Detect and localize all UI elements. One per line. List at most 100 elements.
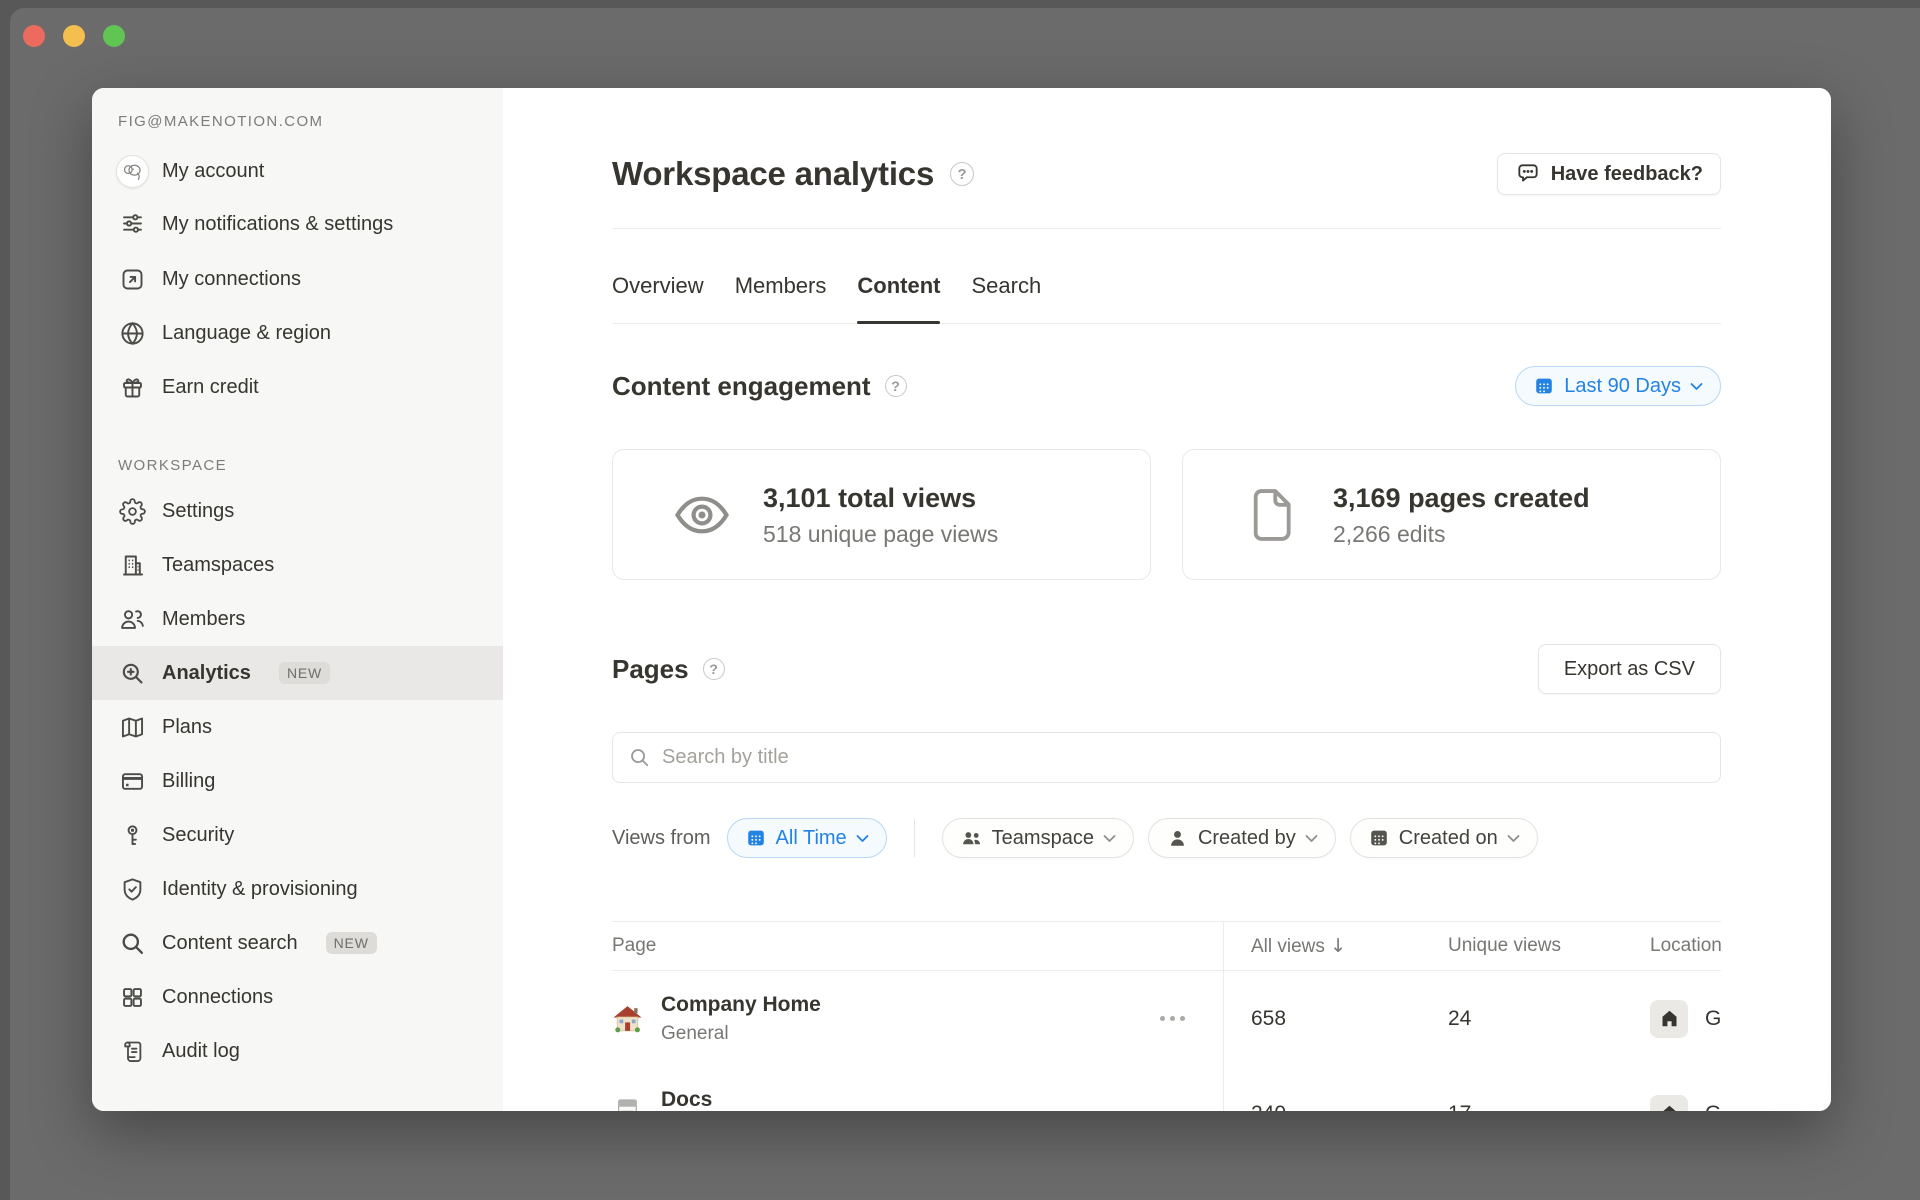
- chevron-down-icon: [1507, 834, 1520, 843]
- location-home-button[interactable]: [1650, 1000, 1688, 1038]
- analytics-tabs: Overview Members Content Search: [612, 229, 1721, 324]
- minimize-window-button[interactable]: [63, 25, 85, 47]
- workspace-section-label: WORKSPACE: [92, 456, 503, 476]
- eye-icon: [671, 494, 733, 536]
- all-views-cell: 658: [1223, 1007, 1448, 1031]
- content-engagement-heading: Content engagement: [612, 368, 871, 404]
- sidebar-item-security[interactable]: Security: [92, 808, 503, 862]
- search-icon: [118, 929, 146, 957]
- sidebar-item-content-search[interactable]: Content search NEW: [92, 916, 503, 970]
- chevron-down-icon: [1103, 834, 1116, 843]
- sidebar-item-connections[interactable]: Connections: [92, 970, 503, 1024]
- views-from-label: Views from: [612, 827, 711, 850]
- engagement-stat-cards: 3,101 total views 518 unique page views …: [612, 449, 1721, 580]
- tab-content[interactable]: Content: [857, 271, 940, 323]
- new-badge: NEW: [279, 662, 330, 684]
- key-icon: [118, 821, 146, 849]
- scroll-icon: [118, 1037, 146, 1065]
- table-column-divider: [1223, 921, 1224, 1111]
- sidebar-item-language-region[interactable]: Language & region: [92, 306, 503, 360]
- calendar-icon: [1533, 375, 1555, 397]
- pages-heading: Pages: [612, 651, 689, 687]
- column-header-page[interactable]: Page: [612, 935, 1223, 957]
- zoom-window-button[interactable]: [103, 25, 125, 47]
- tab-members[interactable]: Members: [735, 271, 827, 323]
- filter-divider: [914, 819, 915, 857]
- gift-icon: [118, 373, 146, 401]
- settings-window: FIG@MAKENOTION.COM My account: [92, 88, 1831, 1111]
- avatar: [118, 157, 146, 185]
- sidebar-item-my-account[interactable]: My account: [92, 144, 503, 198]
- sidebar-item-notifications-settings[interactable]: My notifications & settings: [92, 198, 503, 252]
- page-icon: [1241, 488, 1303, 542]
- house-emoji: [612, 1003, 643, 1034]
- export-csv-button[interactable]: Export as CSV: [1538, 644, 1721, 694]
- new-badge: NEW: [326, 932, 377, 954]
- help-icon[interactable]: ?: [885, 375, 907, 397]
- settings-sidebar: FIG@MAKENOTION.COM My account: [92, 88, 503, 1111]
- created-on-filter[interactable]: Created on: [1350, 818, 1538, 858]
- account-email-label: FIG@MAKENOTION.COM: [92, 112, 503, 132]
- tab-search[interactable]: Search: [971, 271, 1041, 323]
- sidebar-item-billing[interactable]: Billing: [92, 754, 503, 808]
- pages-filters: Views from All Time: [612, 818, 1721, 858]
- column-header-unique-views[interactable]: Unique views: [1448, 935, 1650, 957]
- help-icon[interactable]: ?: [703, 658, 725, 680]
- sidebar-item-earn-credit[interactable]: Earn credit: [92, 360, 503, 414]
- sidebar-item-members[interactable]: Members: [92, 592, 503, 646]
- shield-check-icon: [118, 875, 146, 903]
- location-cell: General: [1705, 1007, 1721, 1031]
- pages-table: Page All views ↓ Unique views Location: [612, 921, 1721, 1111]
- zoom-in-icon: [118, 659, 146, 687]
- sidebar-item-plans[interactable]: Plans: [92, 700, 503, 754]
- have-feedback-button[interactable]: Have feedback?: [1497, 153, 1721, 195]
- help-icon[interactable]: ?: [950, 162, 974, 186]
- close-window-button[interactable]: [23, 25, 45, 47]
- document-emoji: [612, 1098, 643, 1111]
- unique-views-cell: 17: [1448, 1102, 1650, 1112]
- page-title-cell: Company Home: [661, 992, 821, 1018]
- person-icon: [1166, 827, 1189, 850]
- table-row[interactable]: Company Home General 658 24 General: [612, 971, 1721, 1066]
- table-header-row: Page All views ↓ Unique views Location: [612, 921, 1721, 971]
- sidebar-item-my-connections[interactable]: My connections: [92, 252, 503, 306]
- credit-card-icon: [118, 767, 146, 795]
- building-icon: [118, 551, 146, 579]
- column-header-location[interactable]: Location: [1650, 935, 1721, 957]
- date-range-dropdown[interactable]: Last 90 Days: [1515, 366, 1721, 406]
- column-header-all-views[interactable]: All views ↓: [1223, 935, 1448, 958]
- unique-views-value: 518 unique page views: [763, 520, 998, 548]
- table-row[interactable]: Docs General 240 17 General: [612, 1066, 1721, 1111]
- pages-created-value: 3,169 pages created: [1333, 481, 1590, 515]
- sidebar-item-audit-log[interactable]: Audit log: [92, 1024, 503, 1078]
- window-controls: [23, 25, 125, 47]
- location-home-button[interactable]: [1650, 1095, 1688, 1112]
- calendar-icon: [745, 827, 767, 849]
- people-icon: [960, 827, 983, 850]
- teamspace-filter[interactable]: Teamspace: [942, 818, 1134, 858]
- sidebar-item-analytics[interactable]: Analytics NEW: [92, 646, 503, 700]
- sliders-icon: [118, 209, 146, 237]
- location-cell: General: [1705, 1102, 1721, 1112]
- chevron-down-icon: [1305, 834, 1318, 843]
- sidebar-item-settings[interactable]: Settings: [92, 484, 503, 538]
- grid-icon: [118, 983, 146, 1011]
- sidebar-item-identity-provisioning[interactable]: Identity & provisioning: [92, 862, 503, 916]
- chevron-down-icon: [856, 834, 869, 843]
- total-views-card: 3,101 total views 518 unique page views: [612, 449, 1151, 580]
- tab-overview[interactable]: Overview: [612, 271, 704, 323]
- search-icon: [628, 746, 651, 769]
- views-from-dropdown[interactable]: All Time: [727, 818, 887, 858]
- all-views-cell: 240: [1223, 1102, 1448, 1112]
- created-by-filter[interactable]: Created by: [1148, 818, 1336, 858]
- pages-created-card: 3,169 pages created 2,266 edits: [1182, 449, 1721, 580]
- analytics-main-panel: Workspace analytics ? Have feedback? Ove…: [503, 88, 1831, 1111]
- map-icon: [118, 713, 146, 741]
- row-actions-menu-icon[interactable]: [1160, 1016, 1185, 1021]
- search-by-title-input[interactable]: [662, 746, 1705, 769]
- page-teamspace-cell: General: [661, 1022, 821, 1045]
- edits-value: 2,266 edits: [1333, 520, 1590, 548]
- sort-descending-icon: ↓: [1330, 935, 1346, 957]
- sidebar-item-teamspaces[interactable]: Teamspaces: [92, 538, 503, 592]
- page-title: Workspace analytics: [612, 152, 934, 196]
